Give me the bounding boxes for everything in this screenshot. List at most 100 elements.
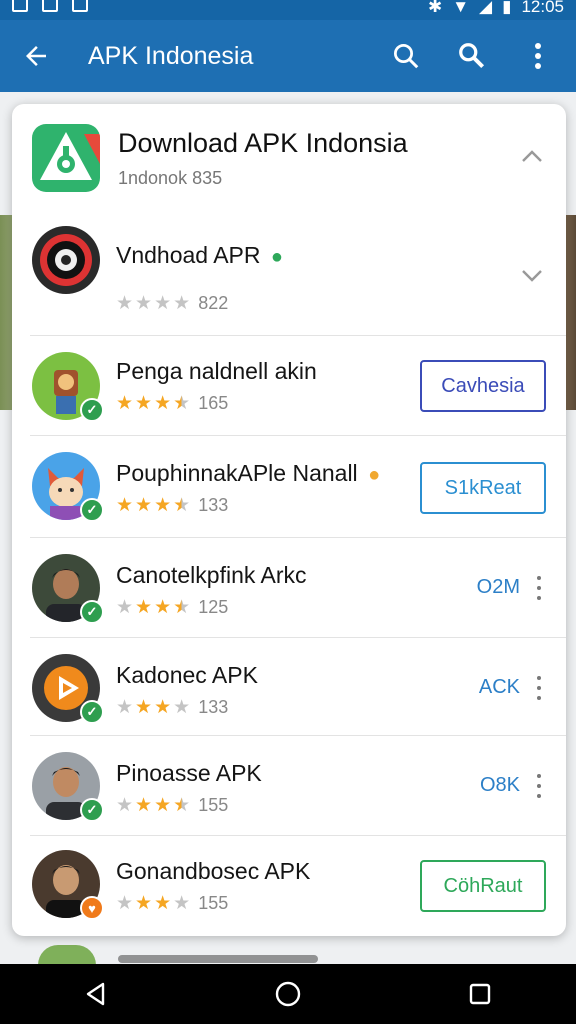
collapse-button[interactable] xyxy=(518,142,546,170)
star-icon: ★ xyxy=(116,893,134,914)
emoji-icon: ● xyxy=(368,464,381,486)
search-icon xyxy=(459,43,485,69)
notification-icon xyxy=(12,0,28,12)
rating: ★ ★ ★ ★ 155 xyxy=(116,892,228,915)
star-icon: ★ xyxy=(154,697,172,718)
star-icon: ★ xyxy=(135,697,153,718)
app-title-text: PouphinnakAPle Nanall xyxy=(116,460,358,486)
app-title: Penga naldnell akin xyxy=(116,358,317,384)
notification-icon xyxy=(42,0,58,12)
background-text xyxy=(118,955,318,963)
app-list-card: Download APK Indonsia 1ndonok 835 Vndhoa… xyxy=(12,104,566,936)
app-title: Gonandbosec APK xyxy=(116,858,311,884)
app-icon: ✓ xyxy=(32,554,104,624)
star-icon: ★ xyxy=(135,893,153,914)
nav-back-button[interactable] xyxy=(66,964,126,1024)
star-icon: ★ xyxy=(116,697,134,718)
app-action-button[interactable]: S1kReat xyxy=(420,462,546,514)
app-action-button[interactable]: Cavhesia xyxy=(420,360,546,412)
search-button-secondary[interactable] xyxy=(444,28,500,84)
bluetooth-icon: ✱ xyxy=(427,0,443,16)
app-bar: APK Indonesia xyxy=(0,20,576,92)
app-size[interactable]: O2M xyxy=(477,576,520,599)
app-title-text: Vndhoad APR xyxy=(116,242,261,268)
app-icon xyxy=(32,226,100,294)
battery-icon: ▮ xyxy=(502,0,512,16)
star-half-icon: ★ xyxy=(173,795,191,816)
star-icon: ★ xyxy=(173,293,191,314)
leaf-icon: ● xyxy=(270,246,283,268)
system-nav-bar xyxy=(0,964,576,1024)
verified-icon: ✓ xyxy=(80,798,104,822)
badge-icon: ♥ xyxy=(80,896,104,920)
star-icon: ★ xyxy=(116,597,134,618)
more-options-button[interactable] xyxy=(534,774,544,798)
featured-app-row[interactable]: Vndhoad APR ● ★ ★ ★ ★ 822 xyxy=(12,214,566,336)
page-title: APK Indonesia xyxy=(88,41,254,70)
app-size[interactable]: O8K xyxy=(480,774,520,797)
star-half-icon: ★ xyxy=(173,393,191,414)
star-icon: ★ xyxy=(154,893,172,914)
star-icon: ★ xyxy=(154,293,172,314)
rating-count: 822 xyxy=(198,293,229,313)
app-title: Vndhoad APR ● xyxy=(116,242,283,269)
notification-icon xyxy=(72,0,88,12)
verified-icon: ✓ xyxy=(80,398,104,422)
featured-subtitle: 1ndonok 835 xyxy=(118,168,223,188)
list-item[interactable]: ✓ Canotelkpfink Arkc ★ ★ ★ ★ 125 O2M xyxy=(12,538,566,638)
star-icon: ★ xyxy=(173,893,191,914)
circle-home-icon xyxy=(275,981,301,1007)
star-icon: ★ xyxy=(135,393,153,414)
list-item[interactable]: ✓ Penga naldnell akin ★ ★ ★ ★ 165 Cavhesia xyxy=(12,336,566,436)
rating-count: 133 xyxy=(198,495,229,515)
app-action-button[interactable]: CöhRaut xyxy=(420,860,546,912)
app-title: PouphinnakAPle Nanall ● xyxy=(116,460,380,487)
overflow-menu-button[interactable] xyxy=(510,28,566,84)
star-icon: ★ xyxy=(116,795,134,816)
app-icon: ✓ xyxy=(32,654,104,724)
more-options-button[interactable] xyxy=(534,676,544,700)
list-item[interactable]: ✓ Pinoasse APK ★ ★ ★ ★ 155 O8K xyxy=(12,736,566,836)
featured-title: Download APK Indonsia xyxy=(118,128,408,158)
star-icon: ★ xyxy=(173,697,191,718)
star-icon: ★ xyxy=(135,597,153,618)
rating: ★ ★ ★ ★ 822 xyxy=(116,292,228,315)
rating-count: 125 xyxy=(198,597,229,617)
star-icon: ★ xyxy=(135,293,153,314)
nav-recents-button[interactable] xyxy=(450,964,510,1024)
app-size[interactable]: ACK xyxy=(479,676,520,699)
list-item[interactable]: ♥ Gonandbosec APK ★ ★ ★ ★ 155 CöhRaut xyxy=(12,836,566,936)
back-button[interactable] xyxy=(10,30,62,82)
square-recents-icon xyxy=(469,983,491,1005)
star-icon: ★ xyxy=(154,393,172,414)
verified-icon: ✓ xyxy=(80,498,104,522)
star-icon: ★ xyxy=(154,795,172,816)
nav-home-button[interactable] xyxy=(258,964,318,1024)
arrow-back-icon xyxy=(26,46,46,66)
star-icon: ★ xyxy=(135,795,153,816)
rating-count: 155 xyxy=(198,795,229,815)
clock: 12:05 xyxy=(521,0,564,16)
rating: ★ ★ ★ ★ 155 xyxy=(116,794,228,817)
star-half-icon: ★ xyxy=(173,495,191,516)
rating: ★ ★ ★ ★ 165 xyxy=(116,392,228,415)
signal-icon: ◢ xyxy=(479,0,493,16)
app-title: Pinoasse APK xyxy=(116,760,262,786)
list-item[interactable]: ✓ PouphinnakAPle Nanall ● ★ ★ ★ ★ 133 S1kRe… xyxy=(12,436,566,538)
verified-icon: ✓ xyxy=(80,600,104,624)
search-button[interactable] xyxy=(378,28,434,84)
more-vert-icon xyxy=(535,43,541,69)
app-title: Canotelkpfink Arkc xyxy=(116,562,307,588)
star-icon: ★ xyxy=(154,597,172,618)
expand-button[interactable] xyxy=(518,262,546,290)
star-half-icon: ★ xyxy=(173,597,191,618)
list-item[interactable]: ✓ Kadonec APK ★ ★ ★ ★ 133 ACK xyxy=(12,638,566,736)
star-icon: ★ xyxy=(135,495,153,516)
background-avatar xyxy=(38,945,96,965)
rating: ★ ★ ★ ★ 125 xyxy=(116,596,228,619)
app-icon: ♥ xyxy=(32,850,104,920)
app-icon: ✓ xyxy=(32,452,104,522)
more-options-button[interactable] xyxy=(534,576,544,600)
featured-header[interactable]: Download APK Indonsia 1ndonok 835 xyxy=(12,104,566,214)
star-icon: ★ xyxy=(116,293,134,314)
